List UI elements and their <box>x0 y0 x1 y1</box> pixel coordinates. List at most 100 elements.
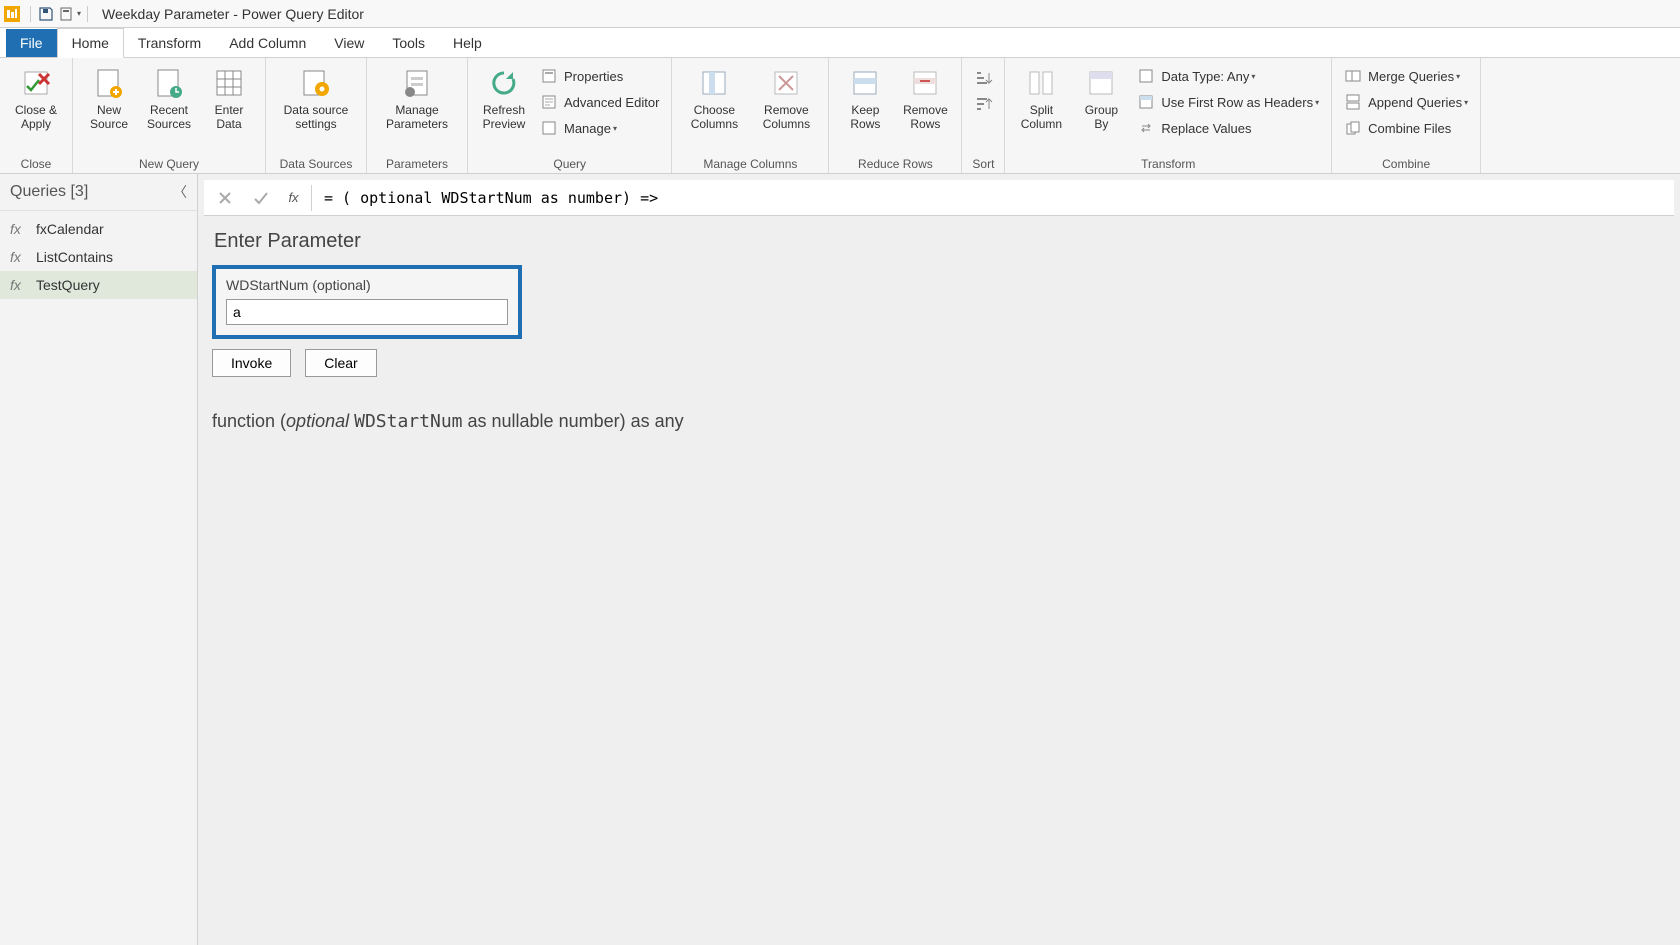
query-item-label: fxCalendar <box>36 221 104 237</box>
first-row-headers-icon <box>1137 93 1155 111</box>
data-source-settings-button[interactable]: Data sourcesettings <box>272 62 360 136</box>
choose-columns-icon <box>697 66 731 100</box>
remove-columns-icon <box>769 66 803 100</box>
enter-parameter-heading: Enter Parameter <box>214 230 1666 253</box>
sort-asc-button[interactable] <box>972 68 994 90</box>
close-apply-label: Close &Apply <box>15 104 57 132</box>
function-signature: function (optional WDStartNum as nullabl… <box>212 411 1666 432</box>
advanced-editor-button[interactable]: Advanced Editor <box>534 90 665 114</box>
ribbon-group-parameters-label: Parameters <box>373 156 461 171</box>
fx-icon: fx <box>10 221 28 237</box>
parameter-buttons: Invoke Clear <box>212 349 1666 377</box>
replace-values-button[interactable]: Replace Values <box>1131 116 1325 140</box>
ribbon-group-combine: Merge Queries▾ Append Queries▾ Combine F… <box>1332 58 1481 173</box>
queries-header[interactable]: Queries [3] 〈 <box>0 174 197 211</box>
new-source-icon <box>92 66 126 100</box>
merge-queries-label: Merge Queries <box>1368 69 1454 84</box>
query-item-label: TestQuery <box>36 277 100 293</box>
manage-button[interactable]: Manage▾ <box>534 116 665 140</box>
manage-parameters-icon <box>400 66 434 100</box>
remove-rows-button[interactable]: RemoveRows <box>895 62 955 136</box>
remove-columns-label: RemoveColumns <box>763 104 810 132</box>
tab-home[interactable]: Home <box>57 28 124 58</box>
query-item-listcontains[interactable]: fx ListContains <box>0 243 197 271</box>
save-icon[interactable] <box>35 3 57 25</box>
app-icon <box>4 6 20 22</box>
append-queries-button[interactable]: Append Queries▾ <box>1338 90 1474 114</box>
manage-parameters-label: ManageParameters <box>386 104 448 132</box>
window-title: Weekday Parameter - Power Query Editor <box>102 6 364 22</box>
sig-optional: optional <box>286 411 349 431</box>
replace-values-icon <box>1137 119 1155 137</box>
qat-item-icon[interactable]: ▾ <box>59 3 81 25</box>
tab-help[interactable]: Help <box>439 29 496 57</box>
parameter-box: WDStartNum (optional) <box>212 265 522 339</box>
tab-tools[interactable]: Tools <box>378 29 439 57</box>
chevron-down-icon: ▾ <box>77 9 81 18</box>
remove-columns-button[interactable]: RemoveColumns <box>750 62 822 136</box>
choose-columns-label: ChooseColumns <box>691 104 738 132</box>
merge-queries-button[interactable]: Merge Queries▾ <box>1338 64 1474 88</box>
group-by-label: GroupBy <box>1085 104 1118 132</box>
ribbon-group-sort-label: Sort <box>968 156 998 171</box>
queries-list: fx fxCalendar fx ListContains fx TestQue… <box>0 211 197 303</box>
ribbon-group-close-label: Close <box>6 156 66 171</box>
titlebar: ▾ Weekday Parameter - Power Query Editor <box>0 0 1680 28</box>
properties-button[interactable]: Properties <box>534 64 665 88</box>
split-column-button[interactable]: SplitColumn <box>1011 62 1071 136</box>
data-type-icon <box>1137 67 1155 85</box>
tab-file[interactable]: File <box>6 29 57 57</box>
enter-data-button[interactable]: EnterData <box>199 62 259 136</box>
queries-sidebar: Queries [3] 〈 fx fxCalendar fx ListConta… <box>0 174 198 945</box>
first-row-headers-button[interactable]: Use First Row as Headers▾ <box>1131 90 1325 114</box>
body: Queries [3] 〈 fx fxCalendar fx ListConta… <box>0 174 1680 945</box>
recent-sources-button[interactable]: RecentSources <box>139 62 199 136</box>
keep-rows-button[interactable]: KeepRows <box>835 62 895 136</box>
cancel-formula-icon[interactable] <box>210 185 240 211</box>
manage-parameters-button[interactable]: ManageParameters <box>373 62 461 136</box>
new-source-button[interactable]: NewSource <box>79 62 139 136</box>
append-queries-icon <box>1344 93 1362 111</box>
refresh-preview-button[interactable]: RefreshPreview <box>474 62 534 136</box>
ribbon: Close &Apply Close NewSource RecentSourc… <box>0 58 1680 174</box>
clear-button[interactable]: Clear <box>305 349 376 377</box>
query-item-fxcalendar[interactable]: fx fxCalendar <box>0 215 197 243</box>
ribbon-group-parameters: ManageParameters Parameters <box>367 58 468 173</box>
remove-rows-label: RemoveRows <box>903 104 948 132</box>
choose-columns-button[interactable]: ChooseColumns <box>678 62 750 136</box>
ribbon-group-close: Close &Apply Close <box>0 58 73 173</box>
data-source-settings-label: Data sourcesettings <box>284 104 349 132</box>
parameter-input[interactable] <box>226 299 508 325</box>
parameter-label: WDStartNum (optional) <box>226 277 508 293</box>
advanced-editor-label: Advanced Editor <box>564 95 659 110</box>
group-by-button[interactable]: GroupBy <box>1071 62 1131 136</box>
qat-separator-2 <box>87 6 88 22</box>
combine-files-button[interactable]: Combine Files <box>1338 116 1474 140</box>
data-source-settings-icon <box>299 66 333 100</box>
formula-input[interactable] <box>318 185 1668 211</box>
sort-desc-button[interactable] <box>972 94 994 116</box>
tab-view[interactable]: View <box>320 29 378 57</box>
first-row-headers-label: Use First Row as Headers <box>1161 95 1313 110</box>
fx-icon: fx <box>10 249 28 265</box>
collapse-icon[interactable]: 〈 <box>173 182 187 202</box>
fx-formula-icon[interactable]: fx <box>282 185 312 211</box>
sig-suffix: as nullable number) as any <box>463 411 684 431</box>
data-type-button[interactable]: Data Type: Any▾ <box>1131 64 1325 88</box>
keep-rows-label: KeepRows <box>850 104 880 132</box>
keep-rows-icon <box>848 66 882 100</box>
close-apply-button[interactable]: Close &Apply <box>6 62 66 136</box>
recent-sources-label: RecentSources <box>147 104 191 132</box>
recent-sources-icon <box>152 66 186 100</box>
enter-data-label: EnterData <box>215 104 244 132</box>
invoke-button[interactable]: Invoke <box>212 349 291 377</box>
query-item-testquery[interactable]: fx TestQuery <box>0 271 197 299</box>
confirm-formula-icon[interactable] <box>246 185 276 211</box>
tab-transform[interactable]: Transform <box>124 29 215 57</box>
advanced-editor-icon <box>540 93 558 111</box>
close-apply-icon <box>19 66 53 100</box>
tab-add-column[interactable]: Add Column <box>215 29 320 57</box>
group-by-icon <box>1084 66 1118 100</box>
ribbon-group-manage-columns: ChooseColumns RemoveColumns Manage Colum… <box>672 58 829 173</box>
ribbon-group-new-query: NewSource RecentSources EnterData New Qu… <box>73 58 266 173</box>
